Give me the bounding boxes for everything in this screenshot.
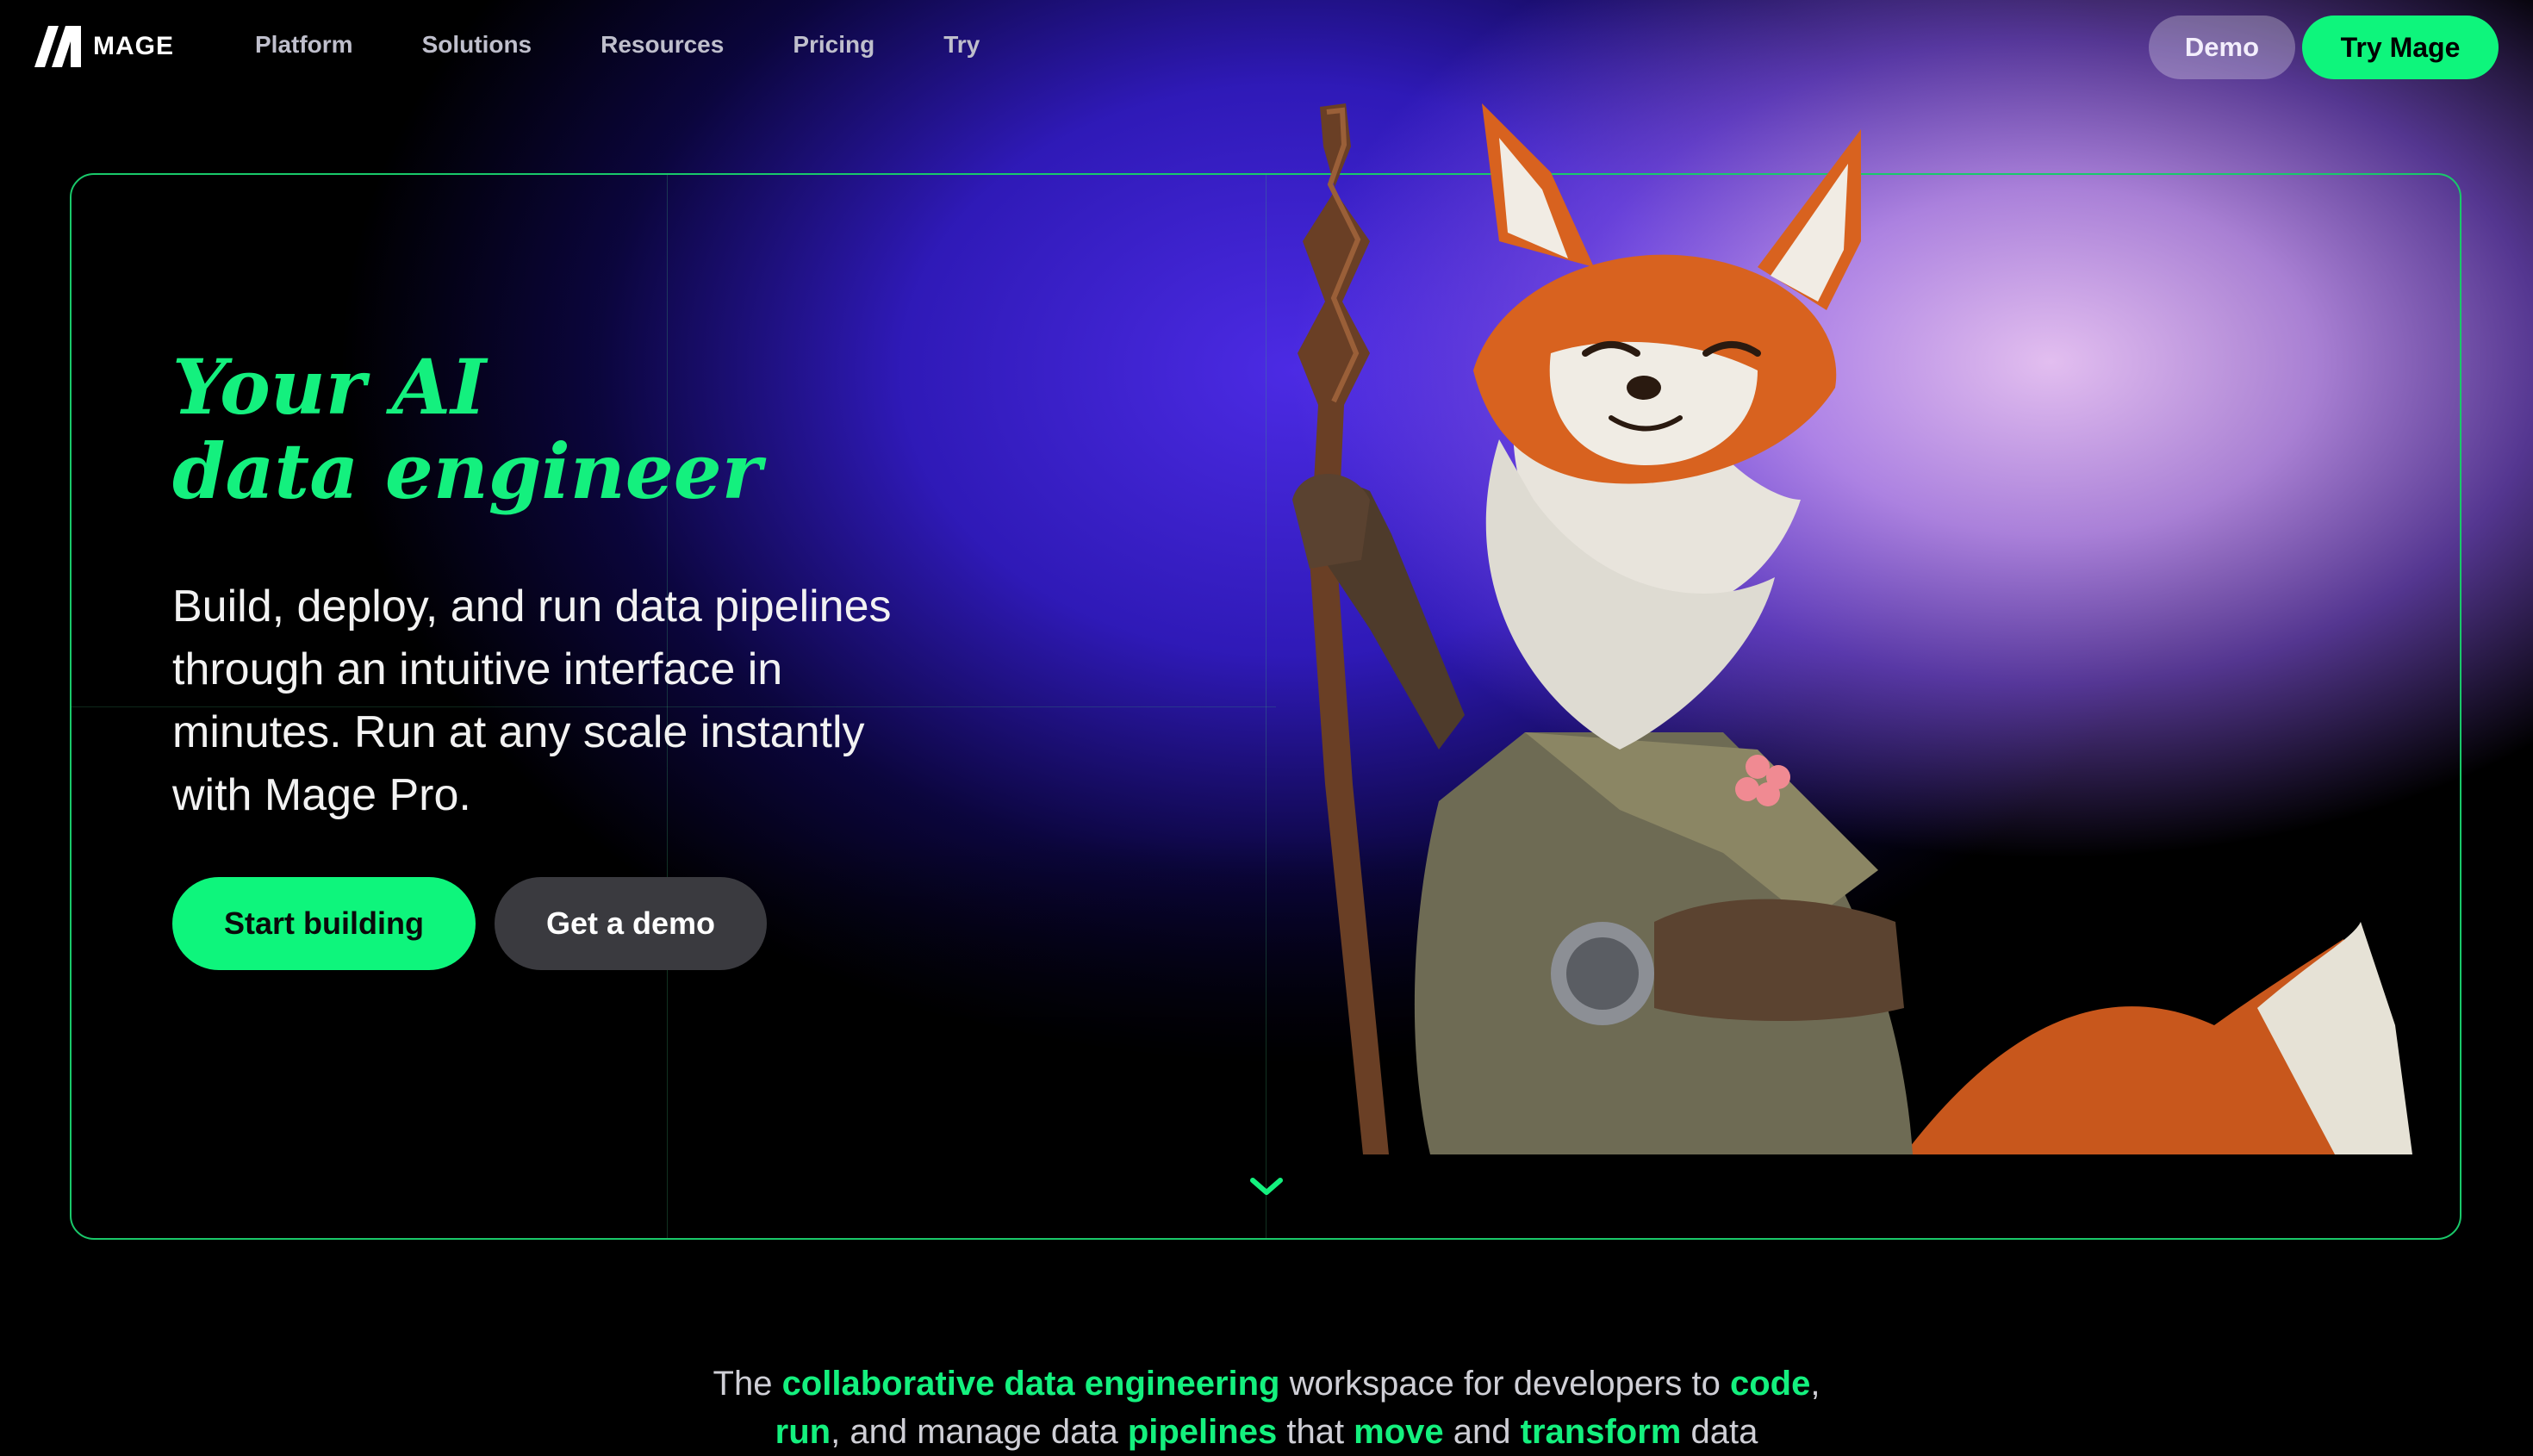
tagline-highlight: code xyxy=(1729,1365,1811,1403)
tagline-part: , and manage data xyxy=(831,1413,1128,1451)
top-nav: MAGE Platform Solutions Resources Pricin… xyxy=(0,0,2533,95)
chevron-down-icon[interactable] xyxy=(1248,1173,1285,1199)
headline-line-2: data engineer xyxy=(172,426,762,516)
hero-subheadline: Build, deploy, and run data pipelines th… xyxy=(172,582,892,820)
nav-link-try[interactable]: Try xyxy=(943,31,980,59)
tagline-part: , xyxy=(1810,1365,1820,1403)
tagline-part: that xyxy=(1277,1413,1354,1451)
fox-wizard-illustration xyxy=(1292,103,2412,1154)
tagline: The collaborative data engineering works… xyxy=(0,1360,2533,1456)
mage-logo-icon xyxy=(34,26,81,67)
tagline-highlight: collaborative data engineering xyxy=(781,1365,1280,1403)
tagline-part: workspace for developers to xyxy=(1279,1365,1730,1403)
demo-button[interactable]: Demo xyxy=(2149,16,2295,79)
tagline-highlight: move xyxy=(1354,1413,1444,1451)
nav-link-pricing[interactable]: Pricing xyxy=(793,31,874,59)
start-building-button[interactable]: Start building xyxy=(172,877,476,970)
headline-line-1: Your AI xyxy=(172,342,487,432)
tagline-part: and xyxy=(1443,1413,1521,1451)
logo[interactable]: MAGE xyxy=(34,26,174,67)
nav-link-platform[interactable]: Platform xyxy=(255,31,353,59)
nav-link-solutions[interactable]: Solutions xyxy=(422,31,532,59)
tagline-highlight: run xyxy=(775,1413,831,1451)
logo-text: MAGE xyxy=(93,32,174,60)
tagline-part: The xyxy=(713,1365,782,1403)
tagline-part: data xyxy=(1681,1413,1758,1451)
tagline-highlight: pipelines xyxy=(1127,1413,1278,1451)
nav-links: Platform Solutions Resources Pricing Try xyxy=(255,31,980,59)
get-a-demo-button[interactable]: Get a demo xyxy=(495,877,767,970)
try-mage-button[interactable]: Try Mage xyxy=(2302,16,2499,79)
nav-link-resources[interactable]: Resources xyxy=(601,31,724,59)
hero-headline: Your AI data engineer xyxy=(172,345,762,513)
tagline-highlight: transform xyxy=(1520,1413,1682,1451)
